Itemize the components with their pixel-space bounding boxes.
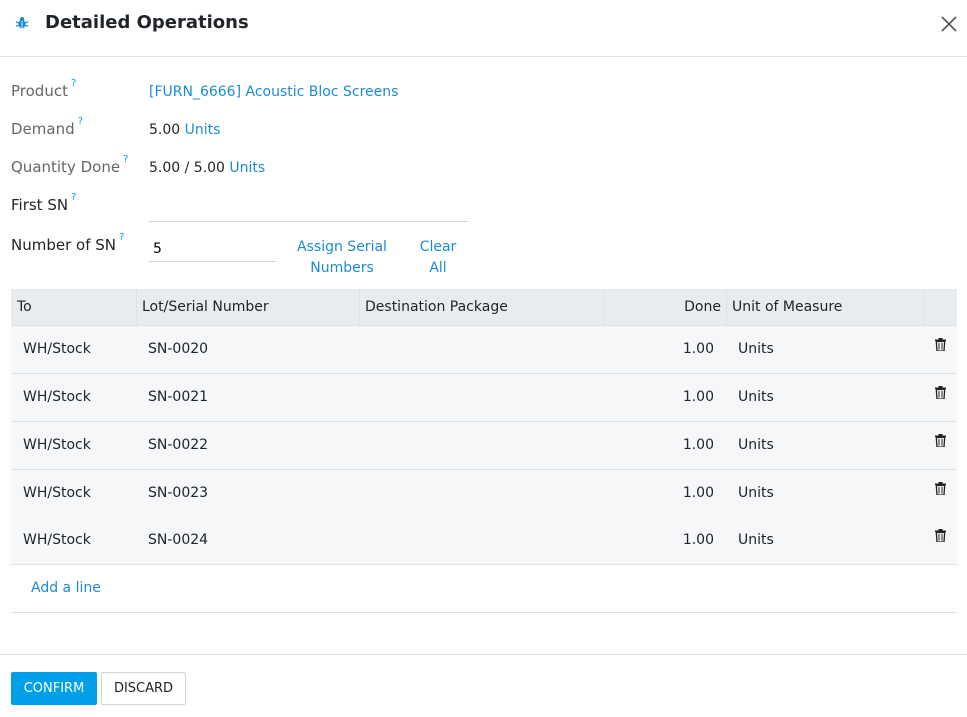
row-done: 1.00	[682, 532, 714, 548]
dialog-title: Detailed Operations	[45, 12, 249, 33]
first-sn-label: First SN?	[11, 192, 77, 214]
row-uom: Units	[738, 532, 774, 548]
dialog-header: Detailed Operations	[0, 0, 967, 57]
row-lot: SN-0024	[148, 532, 209, 548]
column-header-destination-package[interactable]: Destination Package	[360, 289, 604, 326]
table-row[interactable]: WH/Stock SN-0020 1.00 Units	[11, 326, 957, 374]
row-uom: Units	[738, 437, 774, 453]
row-done: 1.00	[682, 485, 714, 501]
add-line-link[interactable]: Add a line	[31, 565, 101, 612]
demand-label: Demand?	[11, 116, 83, 138]
number-of-sn-label: Number of SN?	[11, 232, 125, 254]
column-header-uom[interactable]: Unit of Measure	[727, 289, 925, 326]
table-row[interactable]: WH/Stock SN-0024 1.00 Units	[11, 517, 957, 565]
column-header-actions	[925, 289, 957, 326]
help-icon[interactable]: ?	[78, 116, 83, 127]
row-lot: SN-0020	[148, 341, 209, 357]
row-lot: SN-0021	[148, 389, 209, 405]
row-to: WH/Stock	[23, 532, 91, 548]
row-uom: Units	[738, 485, 774, 501]
close-icon[interactable]	[939, 14, 959, 34]
add-line-row: Add a line	[11, 565, 957, 613]
trash-icon[interactable]	[935, 386, 946, 399]
row-done: 1.00	[682, 341, 714, 357]
row-done: 1.00	[682, 389, 714, 405]
row-uom: Units	[738, 389, 774, 405]
table-header: To Lot/Serial Number Destination Package…	[11, 289, 957, 326]
first-sn-input[interactable]	[149, 196, 468, 222]
column-header-to[interactable]: To	[11, 289, 137, 326]
demand-uom-link[interactable]: Units	[185, 122, 221, 138]
help-icon[interactable]: ?	[71, 78, 76, 89]
trash-icon[interactable]	[935, 529, 946, 542]
assign-serial-numbers-button[interactable]: Assign Serial Numbers	[290, 237, 394, 279]
row-to: WH/Stock	[23, 341, 91, 357]
row-done: 1.00	[682, 437, 714, 453]
table-row[interactable]: WH/Stock SN-0023 1.00 Units	[11, 470, 957, 518]
row-to: WH/Stock	[23, 389, 91, 405]
help-icon[interactable]: ?	[119, 232, 124, 243]
table-row[interactable]: WH/Stock SN-0022 1.00 Units	[11, 422, 957, 470]
quantity-done-label: Quantity Done?	[11, 154, 129, 176]
bug-icon	[15, 17, 29, 29]
row-lot: SN-0022	[148, 437, 209, 453]
demand-value: 5.00 Units	[149, 122, 221, 138]
help-icon[interactable]: ?	[123, 154, 128, 165]
quantity-done-value: 5.00 / 5.00 Units	[149, 160, 266, 176]
confirm-button[interactable]: CONFIRM	[11, 672, 97, 705]
column-header-done[interactable]: Done	[604, 289, 727, 326]
product-label: Product?	[11, 78, 77, 100]
row-lot: SN-0023	[148, 485, 209, 501]
trash-icon[interactable]	[935, 338, 946, 351]
number-of-sn-input[interactable]	[149, 236, 276, 262]
row-uom: Units	[738, 341, 774, 357]
product-link[interactable]: [FURN_6666] Acoustic Bloc Screens	[149, 84, 398, 100]
discard-button[interactable]: DISCARD	[101, 672, 186, 705]
help-icon[interactable]: ?	[71, 192, 76, 203]
trash-icon[interactable]	[935, 482, 946, 495]
row-to: WH/Stock	[23, 485, 91, 501]
dialog-footer: CONFIRM DISCARD	[0, 654, 967, 717]
quantity-done-uom-link[interactable]: Units	[229, 160, 265, 176]
column-header-lot[interactable]: Lot/Serial Number	[137, 289, 360, 326]
table-row[interactable]: WH/Stock SN-0021 1.00 Units	[11, 374, 957, 422]
clear-all-button[interactable]: Clear All	[408, 237, 468, 279]
trash-icon[interactable]	[935, 434, 946, 447]
row-to: WH/Stock	[23, 437, 91, 453]
